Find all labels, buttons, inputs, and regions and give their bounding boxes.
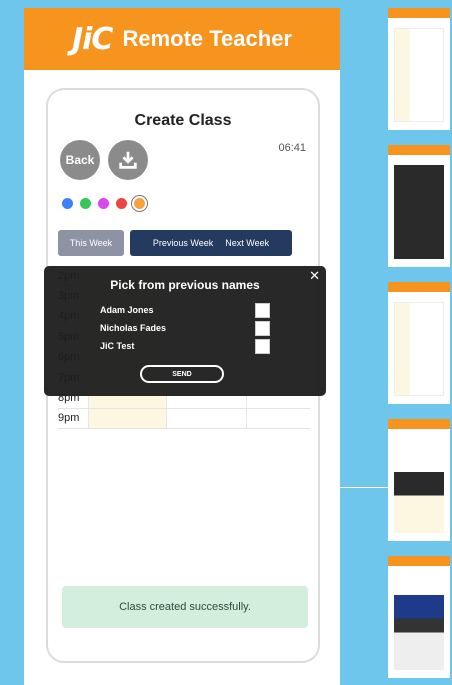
name-checkbox[interactable] bbox=[255, 302, 270, 318]
pick-names-modal: ✕ Pick from previous names Adam Jones Ni… bbox=[44, 266, 326, 396]
connector-line bbox=[340, 487, 388, 488]
clock-time: 06:41 bbox=[278, 142, 306, 154]
app-header: JiC Remote Teacher bbox=[24, 8, 340, 70]
this-week-button[interactable]: This Week bbox=[58, 230, 124, 256]
app-title: Remote Teacher bbox=[122, 26, 292, 51]
name-checkbox[interactable] bbox=[255, 320, 270, 336]
download-button[interactable] bbox=[108, 140, 148, 180]
page-title: Create Class bbox=[134, 112, 232, 129]
thumbnail-schedule[interactable] bbox=[388, 282, 450, 404]
thumbnail-list-view[interactable] bbox=[388, 556, 450, 678]
back-button[interactable]: Back bbox=[60, 140, 100, 180]
thumbnail-dark-modal[interactable] bbox=[388, 145, 450, 267]
send-button[interactable]: SEND bbox=[140, 365, 224, 383]
color-dot-red[interactable] bbox=[116, 198, 127, 209]
success-toast: Class created successfully. bbox=[62, 586, 308, 628]
name-label: Nicholas Fades bbox=[100, 323, 167, 333]
color-dot-magenta[interactable] bbox=[98, 198, 109, 209]
color-picker bbox=[62, 198, 145, 209]
thumbnail-create-class[interactable] bbox=[388, 8, 450, 130]
color-dot-green[interactable] bbox=[80, 198, 91, 209]
name-label: JiC Test bbox=[100, 341, 135, 351]
week-navigation: This Week Previous Week Next Week bbox=[58, 230, 292, 256]
app-logo: JiC bbox=[71, 21, 113, 57]
table-row[interactable]: 9pm bbox=[58, 408, 310, 430]
download-icon bbox=[119, 151, 137, 169]
thumbnail-names-modal[interactable] bbox=[388, 419, 450, 541]
name-checkbox[interactable] bbox=[255, 338, 270, 354]
name-label: Adam Jones bbox=[100, 305, 154, 315]
next-week-button[interactable]: Next Week bbox=[225, 238, 269, 248]
name-option: JiC Test bbox=[100, 338, 270, 354]
modal-title: Pick from previous names bbox=[110, 278, 260, 292]
color-dot-blue[interactable] bbox=[62, 198, 73, 209]
hour-label: 9pm bbox=[58, 412, 80, 425]
name-option: Adam Jones bbox=[100, 302, 270, 318]
name-option: Nicholas Fades bbox=[100, 320, 270, 336]
previous-week-button[interactable]: Previous Week bbox=[153, 238, 213, 248]
week-nav-group: Previous Week Next Week bbox=[130, 230, 292, 256]
color-dot-orange[interactable] bbox=[134, 198, 145, 209]
